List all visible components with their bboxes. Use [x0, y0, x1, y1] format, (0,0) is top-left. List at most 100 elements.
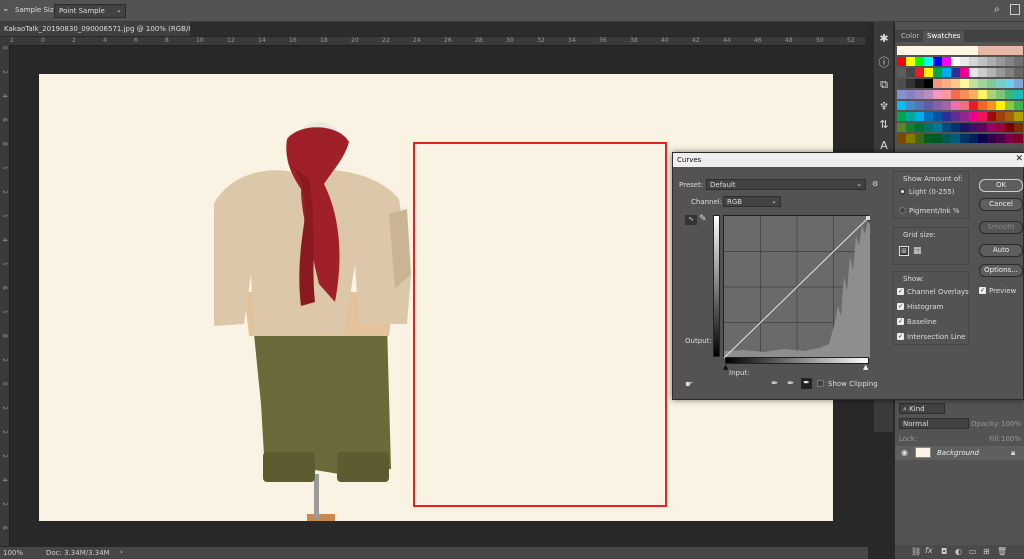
cancel-button[interactable]: Cancel — [979, 198, 1023, 211]
channel-select[interactable]: RGB ⌄ — [723, 196, 781, 207]
mask-icon[interactable]: ◘ — [941, 547, 947, 556]
white-point-slider-icon[interactable]: ▲ — [863, 363, 868, 371]
swatch[interactable] — [951, 57, 960, 66]
swatch[interactable] — [951, 112, 960, 121]
swatch[interactable] — [987, 112, 996, 121]
swatch[interactable] — [996, 112, 1005, 121]
swatch[interactable] — [960, 134, 969, 143]
swatch[interactable] — [1014, 79, 1023, 88]
options-button[interactable]: Options... — [979, 264, 1023, 277]
new-layer-icon[interactable]: ⊞ — [983, 547, 990, 556]
swatch[interactable] — [897, 90, 906, 99]
swatch[interactable] — [924, 123, 933, 132]
swatch[interactable] — [951, 46, 960, 55]
swatch[interactable] — [996, 46, 1005, 55]
swatch[interactable] — [960, 90, 969, 99]
on-image-adjust-icon[interactable]: ☛ — [685, 380, 693, 390]
group-icon[interactable]: ▭ — [969, 547, 977, 556]
swatch[interactable] — [951, 68, 960, 77]
swatch[interactable] — [906, 68, 915, 77]
tab-color[interactable]: Color — [897, 31, 923, 42]
simple-grid-icon[interactable]: ⊞ — [899, 246, 909, 256]
show-clipping-checkbox[interactable] — [817, 380, 824, 387]
adjustment-layer-icon[interactable]: ◐ — [955, 547, 962, 556]
swatch[interactable] — [897, 123, 906, 132]
swatch[interactable] — [924, 79, 933, 88]
swatch[interactable] — [978, 68, 987, 77]
swatch[interactable] — [1014, 68, 1023, 77]
swatch[interactable] — [987, 79, 996, 88]
swatch[interactable] — [951, 123, 960, 132]
swatch[interactable] — [951, 79, 960, 88]
swatch[interactable] — [969, 101, 978, 110]
trash-icon[interactable]: 🗑︎ — [997, 547, 1007, 556]
detailed-grid-icon[interactable]: ▦ — [913, 246, 922, 256]
swatch[interactable] — [942, 112, 951, 121]
swatch[interactable] — [915, 101, 924, 110]
swatch[interactable] — [942, 123, 951, 132]
adjustments-icon[interactable]: ⇅ — [877, 118, 891, 132]
intersection-line-checkbox[interactable]: ✓ — [897, 333, 904, 340]
gray-eyedropper-icon[interactable]: ✒ — [787, 379, 795, 389]
swatch[interactable] — [1005, 57, 1014, 66]
swatch[interactable] — [942, 134, 951, 143]
swatch[interactable] — [951, 134, 960, 143]
workspace-icon[interactable] — [1010, 4, 1020, 15]
fx-icon[interactable]: fx — [925, 546, 933, 555]
swatch[interactable] — [969, 123, 978, 132]
swatch[interactable] — [897, 57, 906, 66]
pigment-radio[interactable] — [899, 207, 906, 214]
black-point-slider-icon[interactable]: ▲ — [723, 363, 728, 371]
swatch[interactable] — [933, 68, 942, 77]
swatch[interactable] — [987, 101, 996, 110]
swatch[interactable] — [915, 123, 924, 132]
swatch[interactable] — [942, 90, 951, 99]
swatch[interactable] — [978, 134, 987, 143]
swatch[interactable] — [969, 46, 978, 55]
link-layers-icon[interactable]: ⛓ — [911, 547, 921, 556]
swatch[interactable] — [897, 46, 906, 55]
fill-value[interactable]: 100% — [1001, 435, 1021, 443]
swatch[interactable] — [969, 134, 978, 143]
swatch[interactable] — [987, 57, 996, 66]
swatch[interactable] — [942, 68, 951, 77]
swatch[interactable] — [906, 46, 915, 55]
swatch[interactable] — [906, 134, 915, 143]
auto-button[interactable]: Auto — [979, 244, 1023, 257]
swatch[interactable] — [960, 46, 969, 55]
swatch[interactable] — [924, 57, 933, 66]
swatch[interactable] — [897, 134, 906, 143]
white-eyedropper-icon[interactable]: ✒ — [801, 378, 812, 389]
swatch[interactable] — [978, 123, 987, 132]
swatch[interactable] — [933, 46, 942, 55]
swatch[interactable] — [915, 57, 924, 66]
swatch[interactable] — [987, 68, 996, 77]
swatch[interactable] — [924, 68, 933, 77]
swatch[interactable] — [951, 90, 960, 99]
swatch[interactable] — [1014, 57, 1023, 66]
swatch[interactable] — [906, 101, 915, 110]
histogram-checkbox[interactable]: ✓ — [897, 303, 904, 310]
swatch[interactable] — [897, 68, 906, 77]
channel-overlays-checkbox[interactable]: ✓ — [897, 288, 904, 295]
status-menu-arrow[interactable]: › — [120, 548, 123, 556]
swatch[interactable] — [1014, 46, 1023, 55]
ok-button[interactable]: OK — [979, 179, 1023, 192]
swatch[interactable] — [942, 57, 951, 66]
swatch[interactable] — [1014, 90, 1023, 99]
swatch[interactable] — [933, 112, 942, 121]
swatch[interactable] — [987, 134, 996, 143]
swatch[interactable] — [987, 90, 996, 99]
swatch[interactable] — [996, 90, 1005, 99]
swatch[interactable] — [1005, 134, 1014, 143]
swatch[interactable] — [1005, 90, 1014, 99]
swatch[interactable] — [924, 101, 933, 110]
black-eyedropper-icon[interactable]: ✒ — [771, 379, 779, 389]
swatch[interactable] — [1005, 79, 1014, 88]
swatch[interactable] — [924, 134, 933, 143]
swatch[interactable] — [996, 101, 1005, 110]
swatch[interactable] — [978, 101, 987, 110]
swatch[interactable] — [924, 46, 933, 55]
swatch[interactable] — [897, 101, 906, 110]
swatch[interactable] — [1014, 101, 1023, 110]
